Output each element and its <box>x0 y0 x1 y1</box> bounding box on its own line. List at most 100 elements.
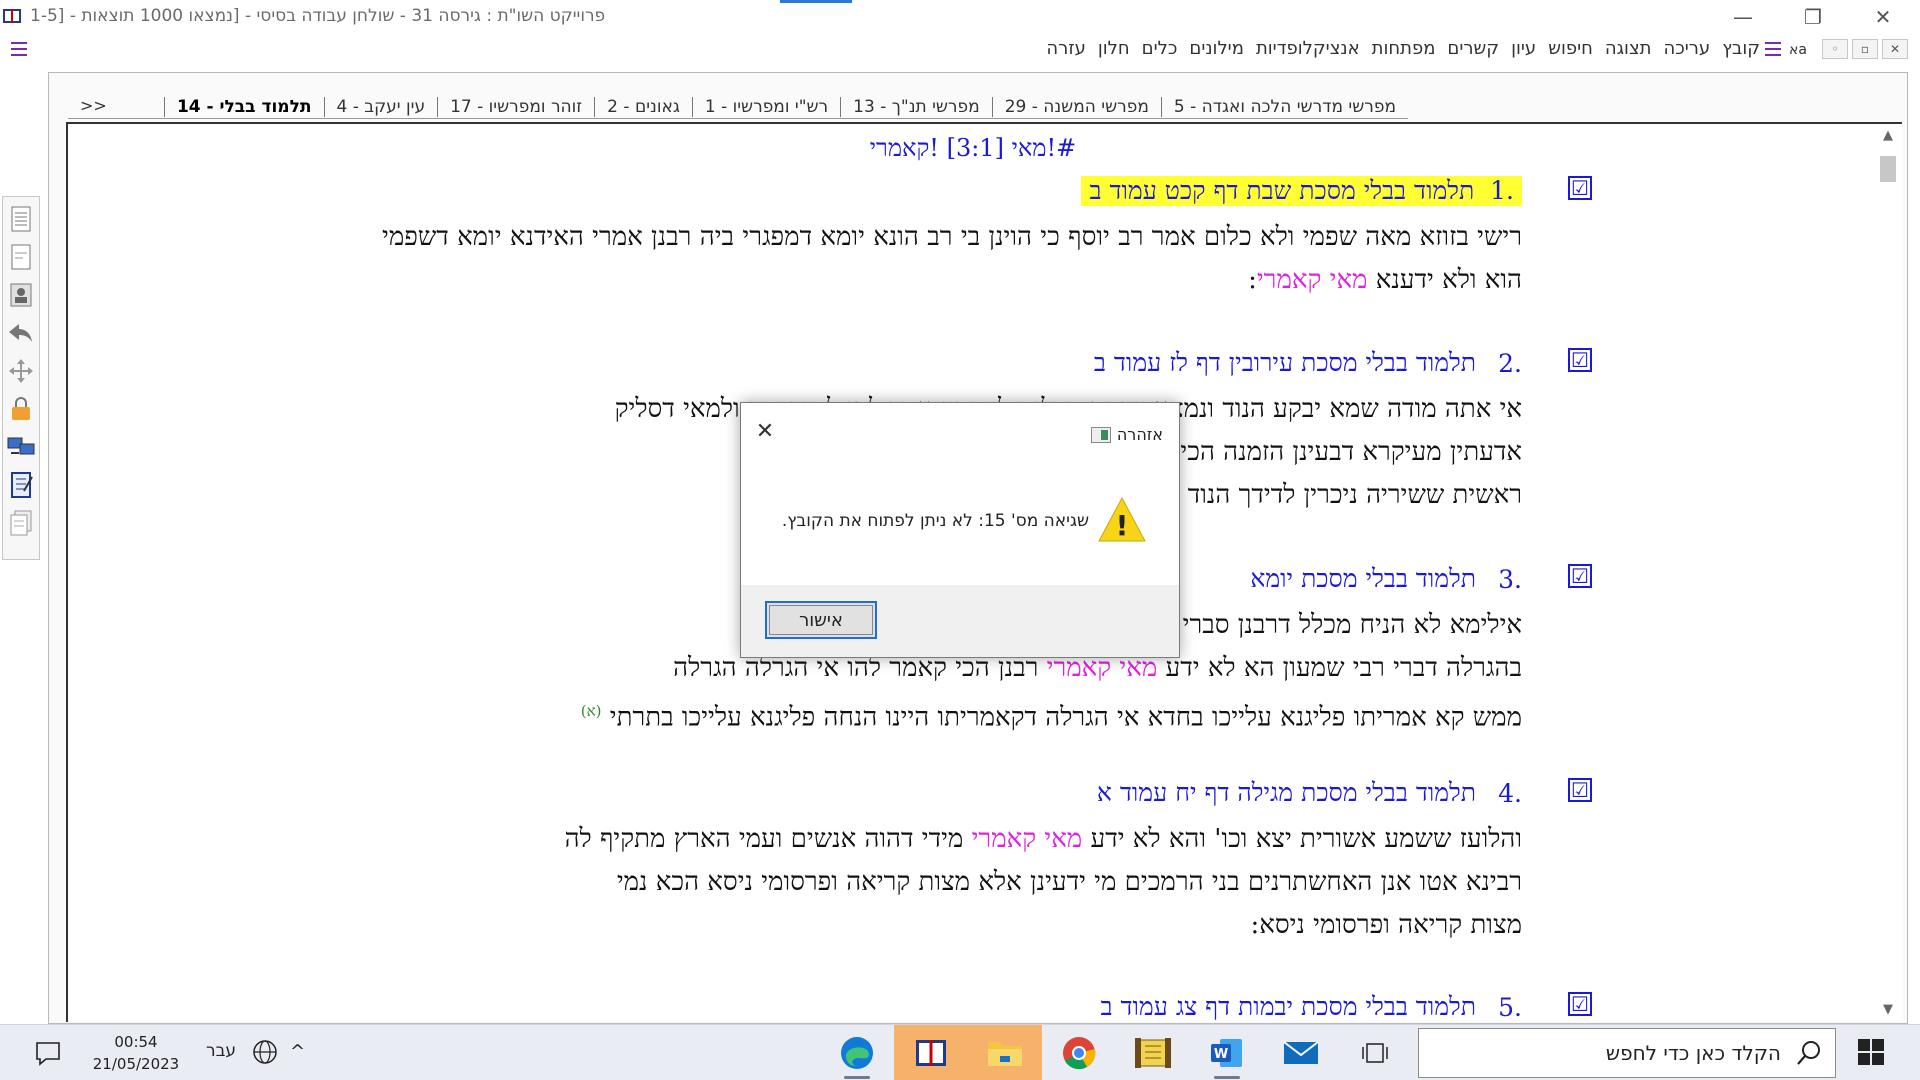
warning-dialog: אזהרה ✕ ! שגיאה מס' 15: לא ניתן לפתוח את… <box>740 402 1180 658</box>
page-icon[interactable] <box>7 243 35 271</box>
result-checkbox[interactable]: ☑ <box>1568 176 1592 200</box>
menu-list-icon[interactable] <box>8 38 30 60</box>
taskbar-search-box[interactable]: הקלד כאן כדי לחפש <box>1418 1028 1836 1078</box>
move-arrows-icon[interactable] <box>7 357 35 385</box>
results-tabs: מפרשי מדרשי הלכה ואגדה - 5 מפרשי המשנה -… <box>72 94 1408 120</box>
dialog-footer: אישור <box>741 585 1179 657</box>
result-reference[interactable]: תלמוד בבלי מסכת יומא <box>1250 564 1476 594</box>
mail-icon[interactable] <box>1264 1025 1338 1080</box>
network-computers-icon[interactable] <box>7 433 35 461</box>
result-heading[interactable]: .5 תלמוד בבלי מסכת יבמות דף צג עמוד ב <box>382 988 1523 1022</box>
scroll-up-arrow-icon[interactable]: ▲ <box>1878 128 1898 144</box>
shut-project-icon[interactable] <box>894 1025 968 1080</box>
tab-zohar[interactable]: זוהר ומפרשיו - 17 <box>437 97 594 117</box>
result-checkbox[interactable]: ☑ <box>1568 348 1592 372</box>
tab-talmud-bavli[interactable]: תלמוד בבלי - 14 <box>163 97 324 117</box>
app-book-icon <box>3 9 21 23</box>
tab-tanakh-commentaries[interactable]: מפרשי תנ"ך - 13 <box>840 97 992 117</box>
footnote-marker[interactable]: (א) <box>581 702 602 720</box>
result-item: ☑ .4 תלמוד בבלי מסכת מגילה דף יח עמוד א … <box>382 774 1592 947</box>
dialog-message: שגיאה מס' 15: לא ניתן לפתוח את הקובץ. <box>781 511 1089 531</box>
result-reference[interactable]: תלמוד בבלי מסכת יבמות דף צג עמוד ב <box>1101 992 1477 1022</box>
restore-button[interactable]: ❐ <box>1782 0 1844 34</box>
taskbar-clock[interactable]: 00:54 21/05/2023 <box>84 1031 188 1075</box>
result-line: והלועז ששמע אשורית יצא וכו' והא לא ידע מ… <box>382 818 1522 861</box>
menu-study[interactable]: עיון <box>1511 38 1536 59</box>
dialog-close-button[interactable]: ✕ <box>751 417 779 445</box>
result-checkbox[interactable]: ☑ <box>1568 564 1592 588</box>
result-heading[interactable]: .2 תלמוד בבלי מסכת עירובין דף לז עמוד ב <box>382 344 1522 382</box>
svg-text:אa: אa <box>1789 42 1807 58</box>
chrome-icon[interactable] <box>1042 1025 1116 1080</box>
menu-view[interactable]: תצוגה <box>1605 38 1652 59</box>
input-language[interactable]: עבר <box>206 1041 236 1061</box>
result-checkbox[interactable]: ☑ <box>1568 992 1592 1016</box>
undo-arrow-icon[interactable] <box>7 319 35 347</box>
result-line: ממש קא אמריתו פליגנא עלייכו בחדא אי הגרל… <box>382 690 1522 740</box>
vertical-scrollbar[interactable]: ▲ ▼ <box>1874 124 1902 1022</box>
menu-file[interactable]: קובץ <box>1722 38 1760 59</box>
result-heading[interactable]: .4 תלמוד בבלי מסכת מגילה דף יח עמוד א <box>382 774 1522 812</box>
result-text: רישי בזוזא מאה שפמי ולא כלום אמר רב יוסף… <box>382 216 1522 302</box>
tab-ein-yaakov[interactable]: עין יעקב - 4 <box>323 97 438 117</box>
language-icon[interactable]: אa <box>1788 39 1818 59</box>
tab-mishna-commentaries[interactable]: מפרשי המשנה - 29 <box>991 97 1161 117</box>
windows-start-icon[interactable] <box>1856 1037 1886 1067</box>
document-lines-icon[interactable] <box>7 205 35 233</box>
result-number: .1 <box>1490 176 1514 205</box>
taskbar-apps: W <box>820 1025 1412 1080</box>
result-reference-link[interactable]: .1 תלמוד בבלי מסכת שבת דף קכט עמוד ב <box>1081 176 1522 206</box>
tab-rashi[interactable]: רש"י ומפרשיו - 1 <box>691 97 840 117</box>
result-item: ☑ .5 תלמוד בבלי מסכת יבמות דף צג עמוד ב <box>382 988 1592 1022</box>
result-text-part: מידי דהוה אנשים ועמי הארץ מתקיף לה <box>564 824 972 854</box>
tab-midrash-halacha[interactable]: מפרשי מדרשי הלכה ואגדה - 5 <box>1160 97 1408 117</box>
search-hit: מאי קאמרי <box>1256 265 1368 295</box>
result-line: מצות קריאה ופרסומי ניסא: <box>1250 910 1522 940</box>
active-window-indicator <box>780 0 852 3</box>
notebook-icon[interactable] <box>7 471 35 499</box>
menu-window[interactable]: חלון <box>1098 38 1130 59</box>
search-placeholder: הקלד כאן כדי לחפש <box>1605 1041 1781 1065</box>
result-heading: .1 תלמוד בבלי מסכת שבת דף קכט עמוד ב <box>382 172 1522 210</box>
result-reference[interactable]: תלמוד בבלי מסכת מגילה דף יח עמוד א <box>1097 778 1476 808</box>
scroll-down-arrow-icon[interactable]: ▼ <box>1878 1002 1898 1018</box>
taskbar: 00:54 21/05/2023 עבר ^ W הקלד כאן כדי לח… <box>0 1024 1920 1080</box>
result-reference[interactable]: תלמוד בבלי מסכת עירובין דף לז עמוד ב <box>1094 348 1476 378</box>
result-text-part: : <box>1248 265 1257 295</box>
torah-app-icon[interactable] <box>1116 1025 1190 1080</box>
task-view-icon[interactable] <box>1338 1025 1412 1080</box>
clock-date: 21/05/2023 <box>92 1055 180 1073</box>
result-checkbox[interactable]: ☑ <box>1568 778 1592 802</box>
ok-button[interactable]: אישור <box>765 601 877 639</box>
menu-help[interactable]: עזרה <box>1046 38 1085 59</box>
scroll-thumb[interactable] <box>1880 156 1896 182</box>
menu-search[interactable]: חיפוש <box>1548 38 1593 59</box>
search-hit: מאי קאמרי <box>971 824 1083 854</box>
menu-indexes[interactable]: מפתחות <box>1372 38 1436 59</box>
notifications-icon[interactable] <box>34 1039 62 1067</box>
menu-encyclopedias[interactable]: אנציקלופדיות <box>1256 38 1360 59</box>
lock-icon[interactable] <box>7 395 35 423</box>
word-icon[interactable]: W <box>1190 1025 1264 1080</box>
close-button[interactable]: ✕ <box>1852 0 1914 34</box>
menu-dictionaries[interactable]: מילונים <box>1189 38 1244 59</box>
minimize-button[interactable]: — <box>1712 0 1774 34</box>
menu-links[interactable]: קשרים <box>1447 38 1499 59</box>
edge-icon[interactable] <box>820 1025 894 1080</box>
mdi-restore-button[interactable]: ▫ <box>1852 39 1878 59</box>
result-text-part: ממש קא אמריתו פליגנא עלייכו בחדא אי הגרל… <box>609 702 1522 733</box>
globe-icon[interactable] <box>252 1039 278 1065</box>
menu-tools[interactable]: כלים <box>1142 38 1178 59</box>
menu-list-icon[interactable] <box>1762 39 1784 59</box>
file-explorer-icon[interactable] <box>968 1025 1042 1080</box>
chevron-up-icon[interactable]: ^ <box>290 1041 305 1062</box>
mdi-close-button[interactable]: ✕ <box>1882 39 1908 59</box>
contact-card-icon[interactable] <box>7 281 35 309</box>
search-icon <box>1797 1041 1820 1065</box>
tab-geonim[interactable]: גאונים - 2 <box>594 97 692 117</box>
title-bar: פרוייקט השו"ת : גירסה 31 - שולחן עבודה ב… <box>0 0 1920 34</box>
menu-edit[interactable]: עריכה <box>1663 38 1710 59</box>
mdi-minimize-button[interactable]: ◦ <box>1822 39 1848 59</box>
pages-stack-icon[interactable] <box>7 509 35 537</box>
result-number: .5 <box>1498 992 1522 1022</box>
